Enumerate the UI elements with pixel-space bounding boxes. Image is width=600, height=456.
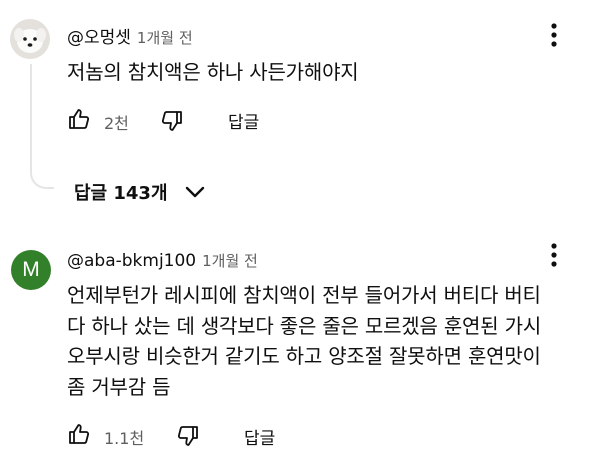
comment-text: 언제부턴가 레시피에 참치액이 전부 들어가서 버티다 버티 다 하나 샀는 데… bbox=[67, 280, 592, 402]
avatar[interactable]: M bbox=[11, 250, 51, 290]
chevron-down-icon bbox=[184, 185, 206, 199]
view-replies-label: 답글 143개 bbox=[74, 183, 168, 204]
comment-text-line: 좀 거부감 듬 bbox=[67, 374, 171, 399]
reply-button[interactable]: 답글 bbox=[228, 108, 259, 133]
dislike-icon[interactable] bbox=[176, 424, 200, 448]
comment-time[interactable]: 1개월 전 bbox=[202, 252, 258, 270]
comment-time[interactable]: 1개월 전 bbox=[137, 29, 193, 47]
like-count: 1.1천 bbox=[104, 429, 145, 448]
like-count: 2천 bbox=[104, 114, 129, 133]
comment-header: @aba-bkmj100 1개월 전 bbox=[67, 250, 258, 271]
comment-text-line: 다 하나 샀는 데 생각보다 좋은 줄은 모르겠음 훈연된 가시 bbox=[67, 313, 542, 338]
like-icon[interactable] bbox=[67, 422, 91, 446]
comment-header: @오멍셋 1개월 전 bbox=[67, 23, 193, 48]
dislike-icon[interactable] bbox=[160, 109, 184, 133]
view-replies-button[interactable]: 답글 143개 bbox=[74, 179, 206, 205]
avatar[interactable] bbox=[10, 19, 50, 59]
more-options-icon[interactable] bbox=[549, 22, 559, 48]
comment-text-line: 오부시랑 비슷한거 같기도 하고 양조절 잘못하면 훈연맛이 bbox=[67, 344, 541, 368]
like-icon[interactable] bbox=[67, 107, 91, 131]
comment-author[interactable]: @aba-bkmj100 bbox=[67, 251, 196, 271]
comment-text: 저놈의 참치액은 하나 사든가해야지 bbox=[67, 60, 359, 84]
thread-line bbox=[30, 64, 54, 189]
reply-button[interactable]: 답글 bbox=[244, 424, 275, 449]
comment-text-line: 언제부턴가 레시피에 참치액이 전부 들어가서 버티다 버티 bbox=[67, 283, 541, 307]
avatar-letter: M bbox=[22, 258, 40, 281]
more-options-icon[interactable] bbox=[549, 242, 559, 268]
comment-author[interactable]: @오멍셋 bbox=[67, 28, 131, 48]
